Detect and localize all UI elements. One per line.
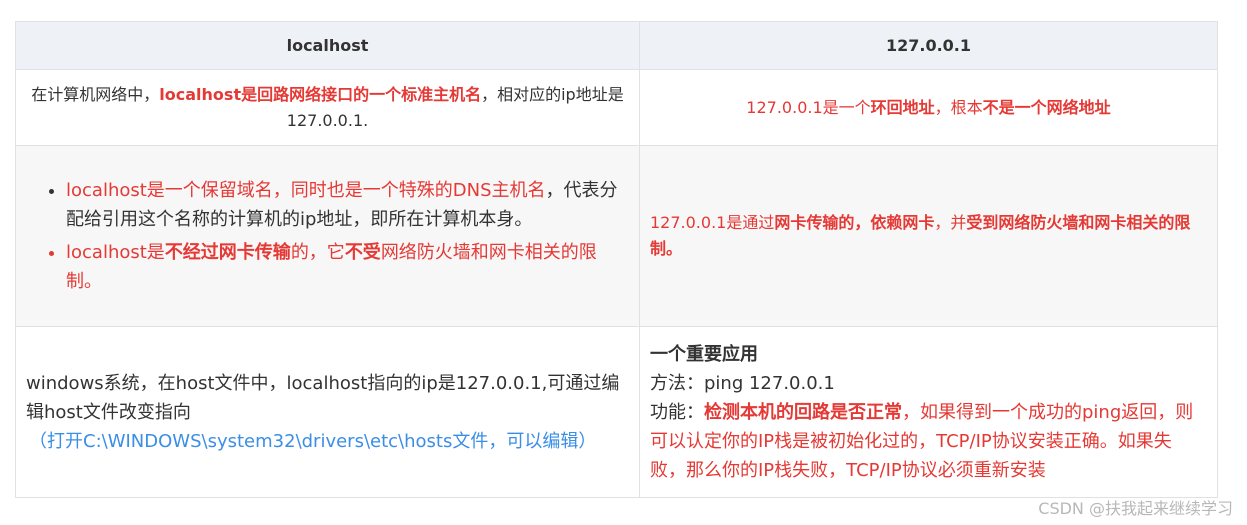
row2-bullet-list: localhost是一个保留域名，同时也是一个特殊的DNS主机名，代表分配给引用… — [26, 176, 629, 296]
row1-localhost-cell: 在计算机网络中，localhost是回路网络接口的一个标准主机名，相对应的ip地… — [15, 69, 640, 146]
row2-ip-cell: 127.0.0.1是通过网卡传输的，依赖网卡，并受到网络防火墙和网卡相关的限制。 — [639, 145, 1218, 327]
table-row: windows系统，在host文件中，localhost指向的ip是127.0.… — [15, 326, 1218, 498]
row2-right-bold-2: 依赖网卡 — [870, 213, 935, 232]
row2-item2-text-1: localhost是 — [66, 242, 165, 263]
header-localhost: localhost — [15, 21, 640, 70]
row3-right-heading: 一个重要应用 — [650, 343, 758, 365]
header-127-0-0-1: 127.0.0.1 — [639, 21, 1218, 70]
row1-left-text-1: 在计算机网络中， — [31, 84, 160, 104]
row2-localhost-cell: localhost是一个保留域名，同时也是一个特殊的DNS主机名，代表分配给引用… — [15, 145, 640, 327]
list-item: localhost是不经过网卡传输的，它不受网络防火墙和网卡相关的限制。 — [66, 238, 629, 296]
row3-right-function: 功能：检测本机的回路是否正常，如果得到一个成功的ping返回，则可以认定你的IP… — [650, 398, 1207, 485]
row2-item2-text-2: 的，它 — [290, 242, 345, 263]
row1-right-text-2: ，根本 — [934, 97, 983, 117]
row2-right-text-2: ，并 — [934, 213, 967, 232]
row2-right-bold-1: 网卡传输的 — [774, 213, 855, 232]
table-row: localhost是一个保留域名，同时也是一个特殊的DNS主机名，代表分配给引用… — [15, 145, 1218, 327]
row2-right-comma: ， — [854, 213, 871, 232]
row3-right-method: 方法：ping 127.0.0.1 — [650, 372, 835, 394]
row3-function-label: 功能： — [650, 401, 704, 423]
row2-right-text-1: 127.0.0.1是通过 — [650, 213, 775, 232]
row3-ip-cell: 一个重要应用 方法：ping 127.0.0.1 功能：检测本机的回路是否正常，… — [639, 326, 1218, 498]
row3-left-text: windows系统，在host文件中，localhost指向的ip是127.0.… — [26, 372, 620, 423]
table-header-row: localhost 127.0.0.1 — [15, 21, 1218, 70]
row1-right-highlight-1: 环回地址 — [870, 97, 935, 117]
row1-ip-cell: 127.0.0.1是一个环回地址，根本不是一个网络地址 — [639, 69, 1218, 146]
list-item: localhost是一个保留域名，同时也是一个特殊的DNS主机名，代表分配给引用… — [66, 176, 629, 234]
row3-localhost-cell: windows系统，在host文件中，localhost指向的ip是127.0.… — [15, 326, 640, 498]
row1-right-highlight-2: 不是一个网络地址 — [982, 97, 1111, 117]
row2-item2-bold-2: 不受 — [344, 242, 381, 263]
row3-function-highlight: 检测本机的回路是否正常 — [704, 401, 902, 423]
row2-item2-bold-1: 不经过网卡传输 — [164, 242, 291, 263]
csdn-watermark: CSDN @扶我起来继续学习 — [1038, 499, 1233, 518]
row1-right-text-1: 127.0.0.1是一个 — [746, 97, 871, 117]
row3-hosts-path-note: （打开C:\WINDOWS\system32\drivers\etc\hosts… — [29, 430, 597, 452]
row2-item1-red: localhost是一个保留域名，同时也是一个特殊的DNS主机名 — [66, 180, 546, 201]
row1-left-highlight: localhost是回路网络接口的一个标准主机名 — [159, 84, 482, 104]
table-row: 在计算机网络中，localhost是回路网络接口的一个标准主机名，相对应的ip地… — [15, 69, 1218, 146]
comparison-table: localhost 127.0.0.1 在计算机网络中，localhost是回路… — [15, 21, 1218, 498]
